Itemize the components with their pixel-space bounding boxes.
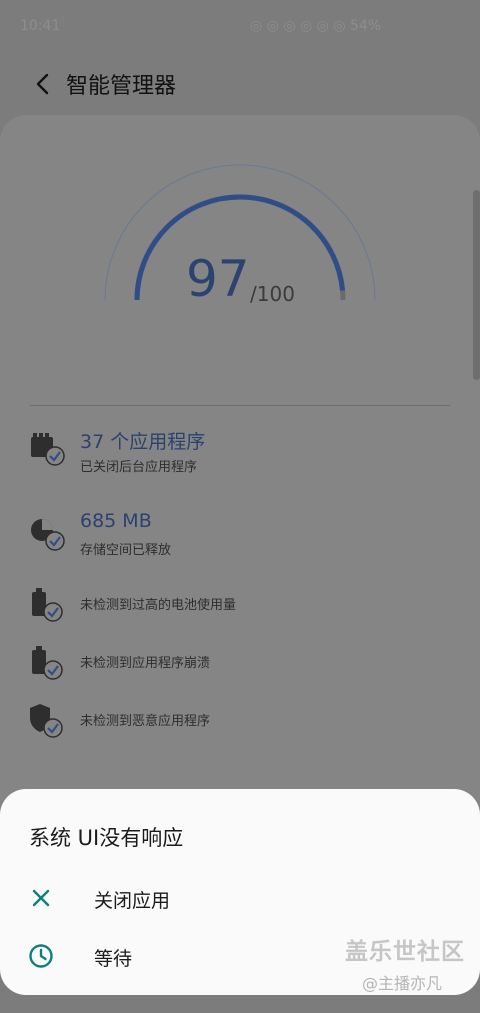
close-icon — [32, 889, 50, 907]
score-value: 97 — [186, 250, 250, 308]
result-title: 685 MB — [80, 510, 152, 532]
score-max: /100 — [250, 282, 295, 306]
divider — [30, 405, 450, 406]
close-app-option[interactable]: 关闭应用 — [0, 870, 480, 926]
option-label: 等待 — [94, 948, 133, 970]
apps-check-icon — [31, 433, 65, 466]
chevron-left-icon[interactable] — [25, 66, 61, 102]
status-icons: ◎ ◎ ◎ ◎ ◎ ◎ 54% — [250, 18, 382, 34]
clock-icon — [29, 944, 53, 968]
dialog-title: 系统 UI没有响应 — [29, 826, 184, 850]
result-subtitle: 存储空间已释放 — [80, 543, 172, 558]
option-label: 关闭应用 — [94, 890, 171, 912]
storage-check-icon — [31, 519, 65, 551]
result-text: 未检测到恶意应用程序 — [80, 714, 211, 729]
watermark-sub: @主播亦凡 — [362, 974, 443, 993]
battery-check-icon — [32, 588, 63, 622]
result-text: 未检测到应用程序崩溃 — [80, 656, 211, 671]
community-watermark: 盖乐世社区 @主播亦凡 — [345, 932, 480, 994]
watermark-main: 盖乐世社区 — [345, 939, 465, 965]
result-title: 37 个应用程序 — [80, 431, 206, 453]
page-title: 智能管理器 — [66, 74, 177, 99]
shield-check-icon — [30, 704, 63, 738]
result-text: 未检测到过高的电池使用量 — [80, 598, 237, 613]
result-subtitle: 已关闭后台应用程序 — [80, 460, 198, 475]
battery-check-icon — [32, 646, 63, 680]
status-bar: 10:41 ◎ ◎ ◎ ◎ ◎ ◎ 54% — [0, 0, 480, 56]
app-header: 智能管理器 — [0, 56, 480, 112]
status-time: 10:41 — [20, 18, 61, 34]
scrollbar[interactable] — [473, 190, 480, 380]
